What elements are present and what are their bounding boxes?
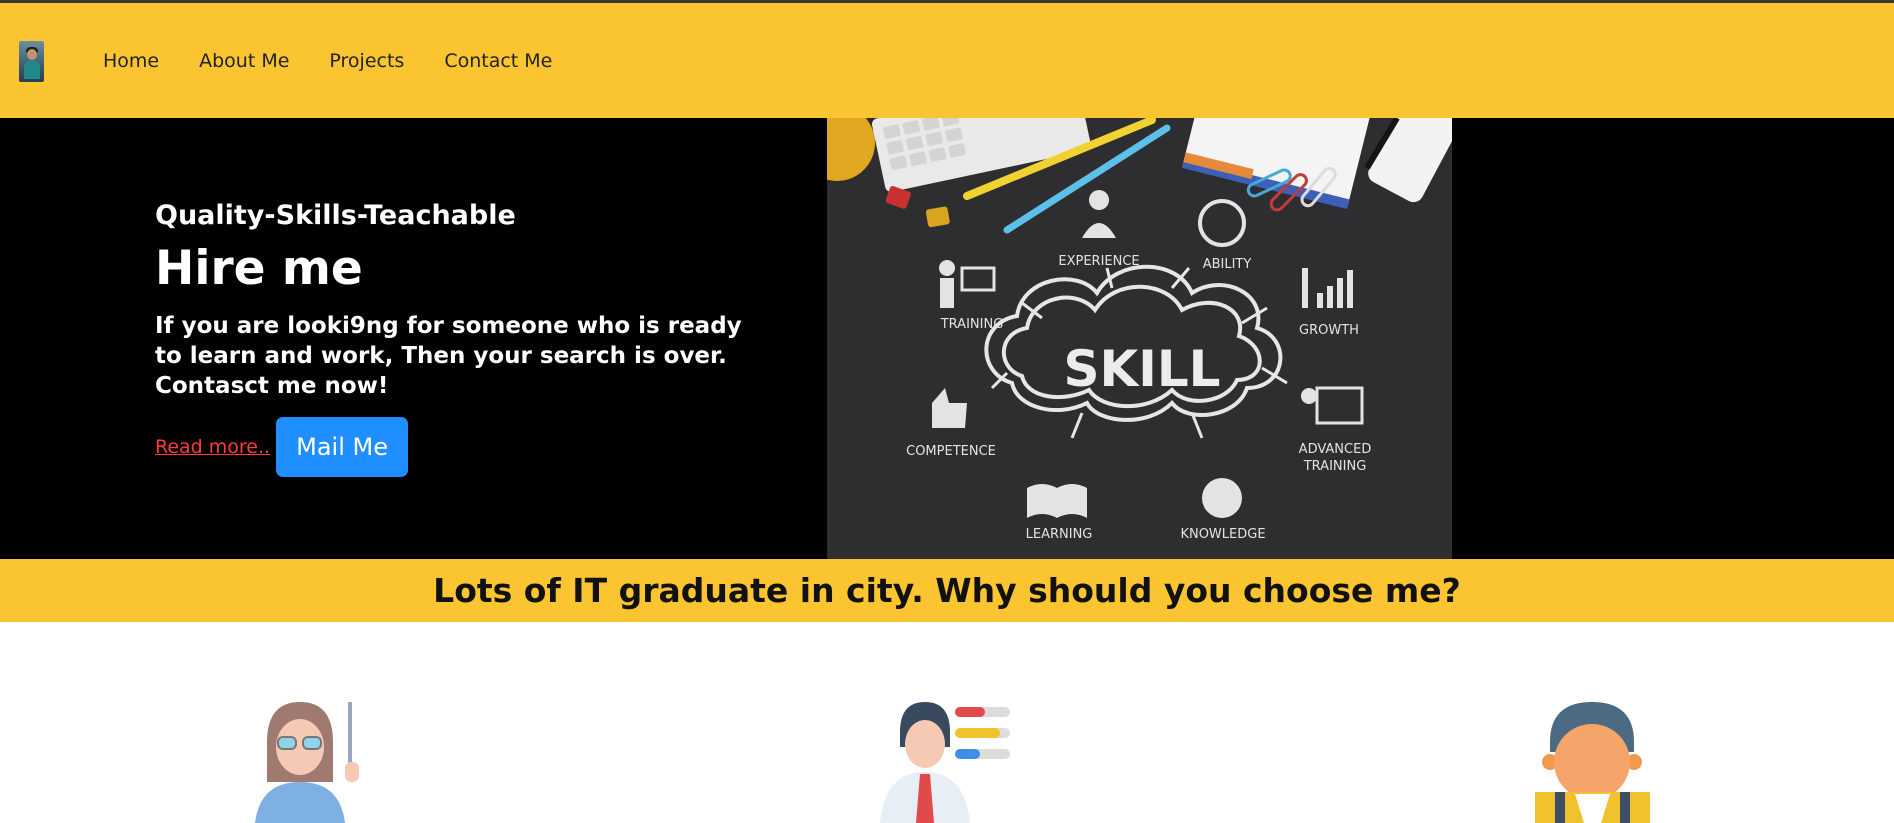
skill-chalkboard-graphic: SKILL EXPERIENCE ABILITY TRAINING GROWTH… [827,118,1452,559]
chalk-label-training: TRAINING [940,317,1004,332]
why-title: Lots of IT graduate in city. Why should … [433,571,1461,610]
navbar: Home About Me Projects Contact Me [0,3,1894,118]
skill-center-label: SKILL [1063,340,1220,398]
chalk-label-knowledge: KNOWLEDGE [1180,527,1265,542]
hero-text: Quality-Skills-Teachable Hire me If you … [155,200,795,401]
nav-projects[interactable]: Projects [329,50,404,72]
mail-me-button[interactable]: Mail Me [276,417,409,477]
chalk-label-learning: LEARNING [1026,527,1093,542]
hero-pitch: If you are looki9ng for someone who is r… [155,313,742,399]
nav-links: Home About Me Projects Contact Me [103,50,592,72]
why-band: Lots of IT graduate in city. Why should … [0,559,1894,622]
nav-home[interactable]: Home [103,50,159,72]
chalk-label-experience: EXPERIENCE [1058,254,1139,269]
chalk-label-ability: ABILITY [1203,257,1252,272]
hero-section: Quality-Skills-Teachable Hire me If you … [0,118,1894,559]
teacher-icon [255,702,359,823]
chalk-label-competence: COMPETENCE [906,444,996,459]
chalk-label-advanced: ADVANCED [1299,442,1372,457]
cta-row: Read more.. Mail Me [155,417,409,477]
nav-contact-me[interactable]: Contact Me [444,50,552,72]
chalk-label-advanced-training: TRAINING [1303,459,1367,474]
hero-tagline: Quality-Skills-Teachable [155,200,516,231]
skills-person-icon [880,702,1010,823]
nav-about-me[interactable]: About Me [199,50,289,72]
hero-title: Hire me [155,241,363,296]
skill-illustration: SKILL EXPERIENCE ABILITY TRAINING GROWTH… [827,118,1452,559]
chalk-label-growth: GROWTH [1299,323,1359,338]
features-section [0,622,1894,823]
avatar[interactable] [19,41,44,82]
read-more-link[interactable]: Read more.. [155,436,270,458]
student-icon [1535,702,1650,823]
